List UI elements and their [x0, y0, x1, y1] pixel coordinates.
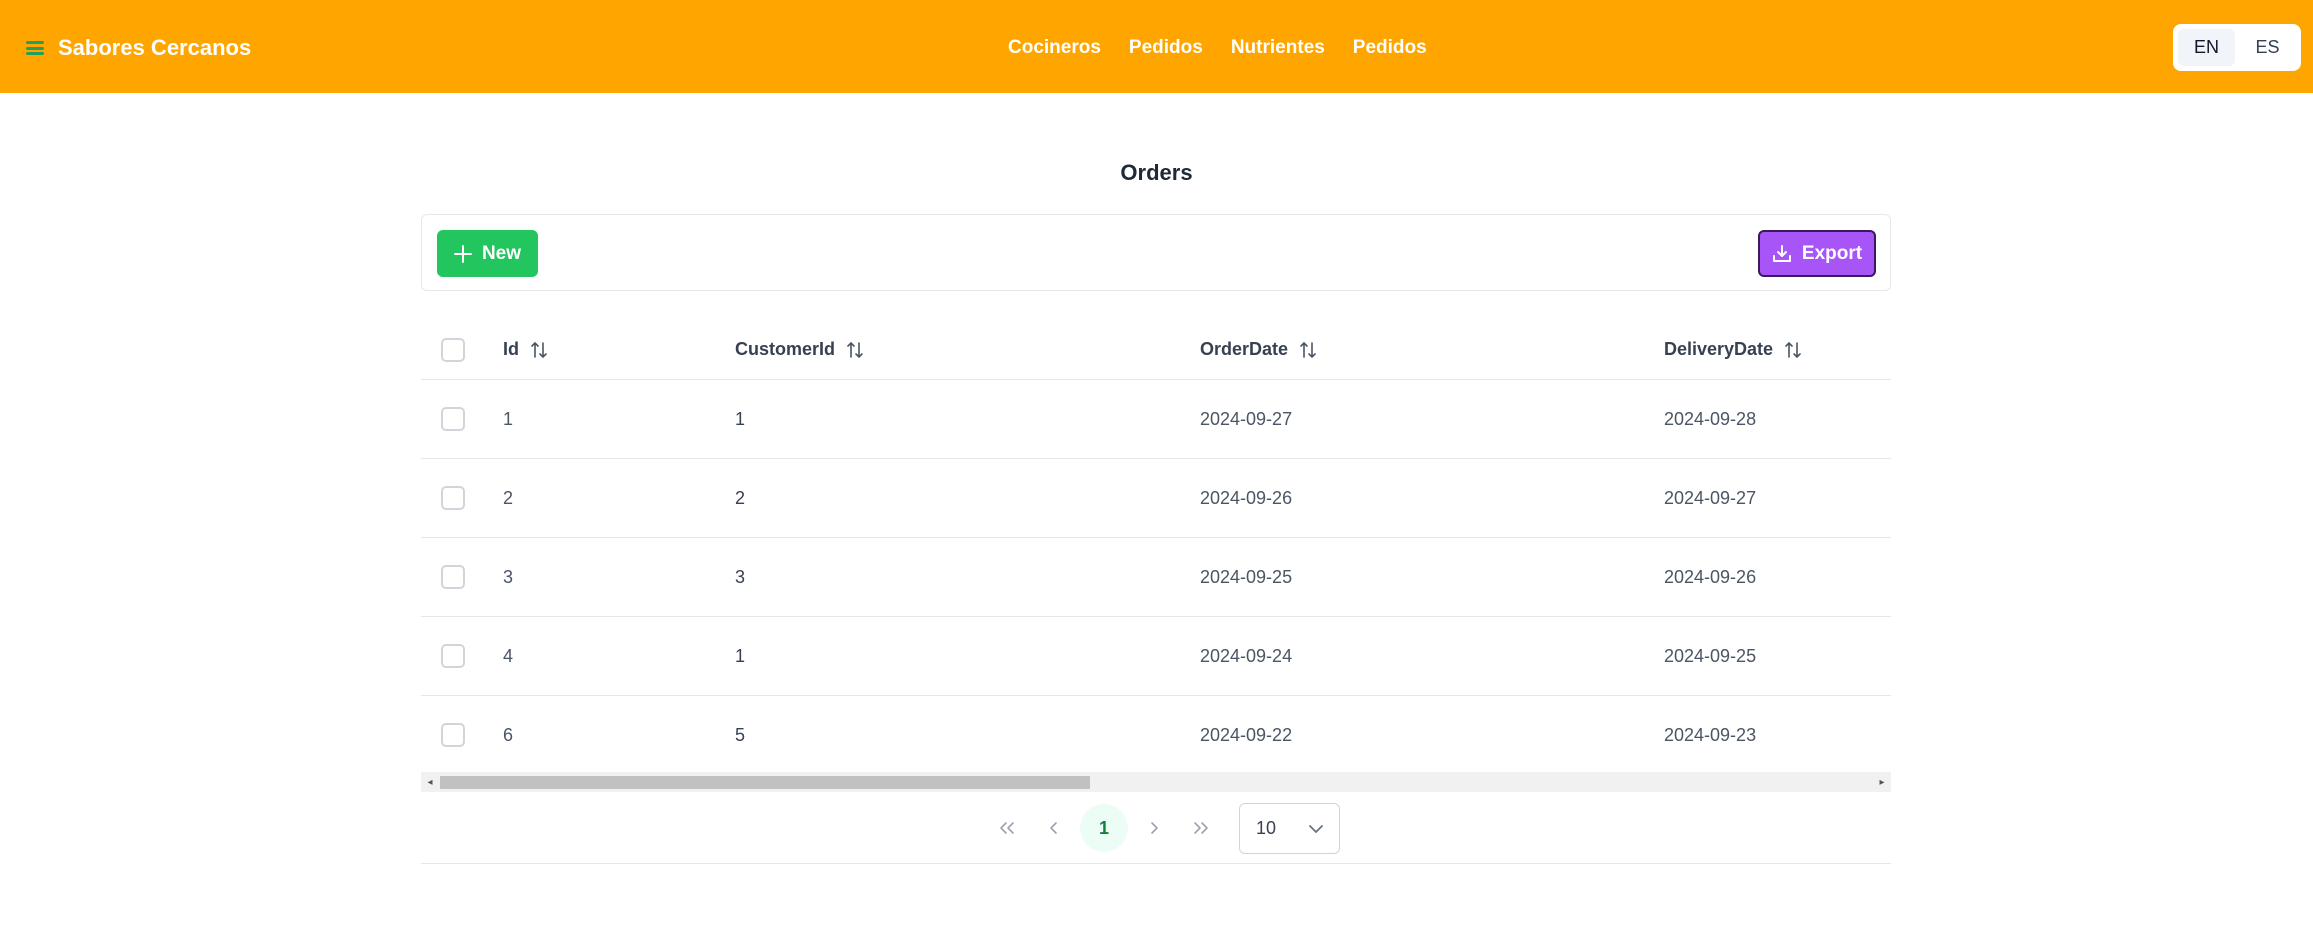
- sort-icon[interactable]: [1298, 340, 1318, 360]
- brand-title[interactable]: Sabores Cercanos: [58, 35, 251, 61]
- sort-icon[interactable]: [529, 340, 549, 360]
- select-all-checkbox[interactable]: [441, 337, 465, 362]
- row-checkbox[interactable]: [441, 644, 465, 668]
- plus-icon: [453, 244, 472, 263]
- language-es-button[interactable]: ES: [2239, 29, 2296, 66]
- chevron-down-icon: [1307, 820, 1325, 843]
- cell-orderdate: 2024-09-26: [1200, 487, 1293, 508]
- row-checkbox-cell: [441, 538, 465, 616]
- nav-item-nutrientes[interactable]: Nutrientes: [1231, 37, 1325, 59]
- language-en-button[interactable]: EN: [2178, 29, 2235, 66]
- cell-customerid: 3: [735, 566, 746, 587]
- chevron-right-icon[interactable]: [1131, 805, 1177, 851]
- orders-table: Id CustomerId OrderDate DeliveryDate 1 1…: [421, 320, 1891, 775]
- cell-id: 2: [503, 487, 514, 508]
- new-button-label: New: [481, 242, 522, 264]
- top-bar: Sabores Cercanos Cocineros Pedidos Nutri…: [0, 0, 2313, 93]
- column-header-label: DeliveryDate: [1664, 339, 1774, 359]
- cell-customerid: 1: [735, 645, 746, 666]
- table-row[interactable]: 3 3 2024-09-25 2024-09-26: [421, 538, 1891, 617]
- cell-deliverydate: 2024-09-26: [1664, 566, 1757, 587]
- sort-icon[interactable]: [1783, 340, 1803, 360]
- brand: Sabores Cercanos: [26, 32, 251, 64]
- column-header-label: CustomerId: [735, 339, 836, 359]
- cell-deliverydate: 2024-09-23: [1664, 724, 1757, 745]
- cell-deliverydate: 2024-09-25: [1664, 645, 1757, 666]
- row-checkbox-cell: [441, 696, 465, 774]
- toolbar: New Export: [421, 214, 1891, 291]
- scroll-right-icon[interactable]: ▸: [1875, 772, 1889, 792]
- row-checkbox[interactable]: [441, 486, 465, 510]
- row-checkbox[interactable]: [441, 565, 465, 589]
- row-checkbox-cell: [441, 459, 465, 537]
- nav-item-pedidos[interactable]: Pedidos: [1129, 37, 1203, 59]
- column-header-orderdate[interactable]: OrderDate: [1200, 320, 1318, 379]
- scroll-left-icon[interactable]: ◂: [423, 772, 437, 792]
- row-checkbox-cell: [441, 380, 465, 458]
- scrollbar-thumb[interactable]: [440, 776, 1090, 789]
- row-checkbox[interactable]: [441, 407, 465, 431]
- download-icon: [1772, 244, 1792, 264]
- cell-customerid: 5: [735, 724, 746, 745]
- rows-per-page-value: 10: [1256, 818, 1277, 838]
- page-title: Orders: [1120, 160, 1193, 185]
- paginator: 1 10: [421, 793, 1891, 864]
- column-header-label: OrderDate: [1200, 339, 1289, 359]
- cell-deliverydate: 2024-09-27: [1664, 487, 1757, 508]
- table-row[interactable]: 4 1 2024-09-24 2024-09-25: [421, 617, 1891, 696]
- select-all-cell: [441, 320, 465, 379]
- cell-id: 1: [503, 408, 514, 429]
- cell-id: 3: [503, 566, 514, 587]
- rows-per-page-select[interactable]: 10: [1239, 803, 1340, 854]
- language-toggle: EN ES: [2173, 24, 2301, 71]
- nav-item-cocineros[interactable]: Cocineros: [1008, 37, 1101, 59]
- cell-customerid: 2: [735, 487, 746, 508]
- column-header-deliverydate[interactable]: DeliveryDate: [1664, 320, 1803, 379]
- page-button-current[interactable]: 1: [1080, 804, 1128, 852]
- double-chevron-right-icon[interactable]: [1178, 805, 1224, 851]
- table-row[interactable]: 2 2 2024-09-26 2024-09-27: [421, 459, 1891, 538]
- main-nav: Cocineros Pedidos Nutrientes Pedidos: [1008, 34, 1427, 62]
- double-chevron-left-icon[interactable]: [984, 805, 1030, 851]
- column-header-customerid[interactable]: CustomerId: [735, 320, 865, 379]
- menu-icon[interactable]: [26, 41, 44, 55]
- sort-icon[interactable]: [845, 340, 865, 360]
- export-button[interactable]: Export: [1758, 230, 1876, 277]
- column-header-id[interactable]: Id: [503, 320, 549, 379]
- cell-orderdate: 2024-09-25: [1200, 566, 1293, 587]
- chevron-left-icon[interactable]: [1031, 805, 1077, 851]
- table-header-row: Id CustomerId OrderDate DeliveryDate: [421, 320, 1891, 380]
- cell-customerid: 1: [735, 408, 746, 429]
- table-row[interactable]: 6 5 2024-09-22 2024-09-23: [421, 696, 1891, 775]
- table-row[interactable]: 1 1 2024-09-27 2024-09-28: [421, 380, 1891, 459]
- cell-id: 4: [503, 645, 514, 666]
- nav-item-pedidos-2[interactable]: Pedidos: [1353, 37, 1427, 59]
- row-checkbox-cell: [441, 617, 465, 695]
- cell-orderdate: 2024-09-27: [1200, 408, 1293, 429]
- cell-orderdate: 2024-09-22: [1200, 724, 1293, 745]
- cell-deliverydate: 2024-09-28: [1664, 408, 1757, 429]
- row-checkbox[interactable]: [441, 723, 465, 747]
- export-button-label: Export: [1801, 242, 1863, 264]
- horizontal-scrollbar[interactable]: ◂ ▸: [421, 772, 1891, 792]
- cell-orderdate: 2024-09-24: [1200, 645, 1293, 666]
- column-header-label: Id: [503, 339, 519, 359]
- cell-id: 6: [503, 724, 514, 745]
- new-button[interactable]: New: [437, 230, 538, 277]
